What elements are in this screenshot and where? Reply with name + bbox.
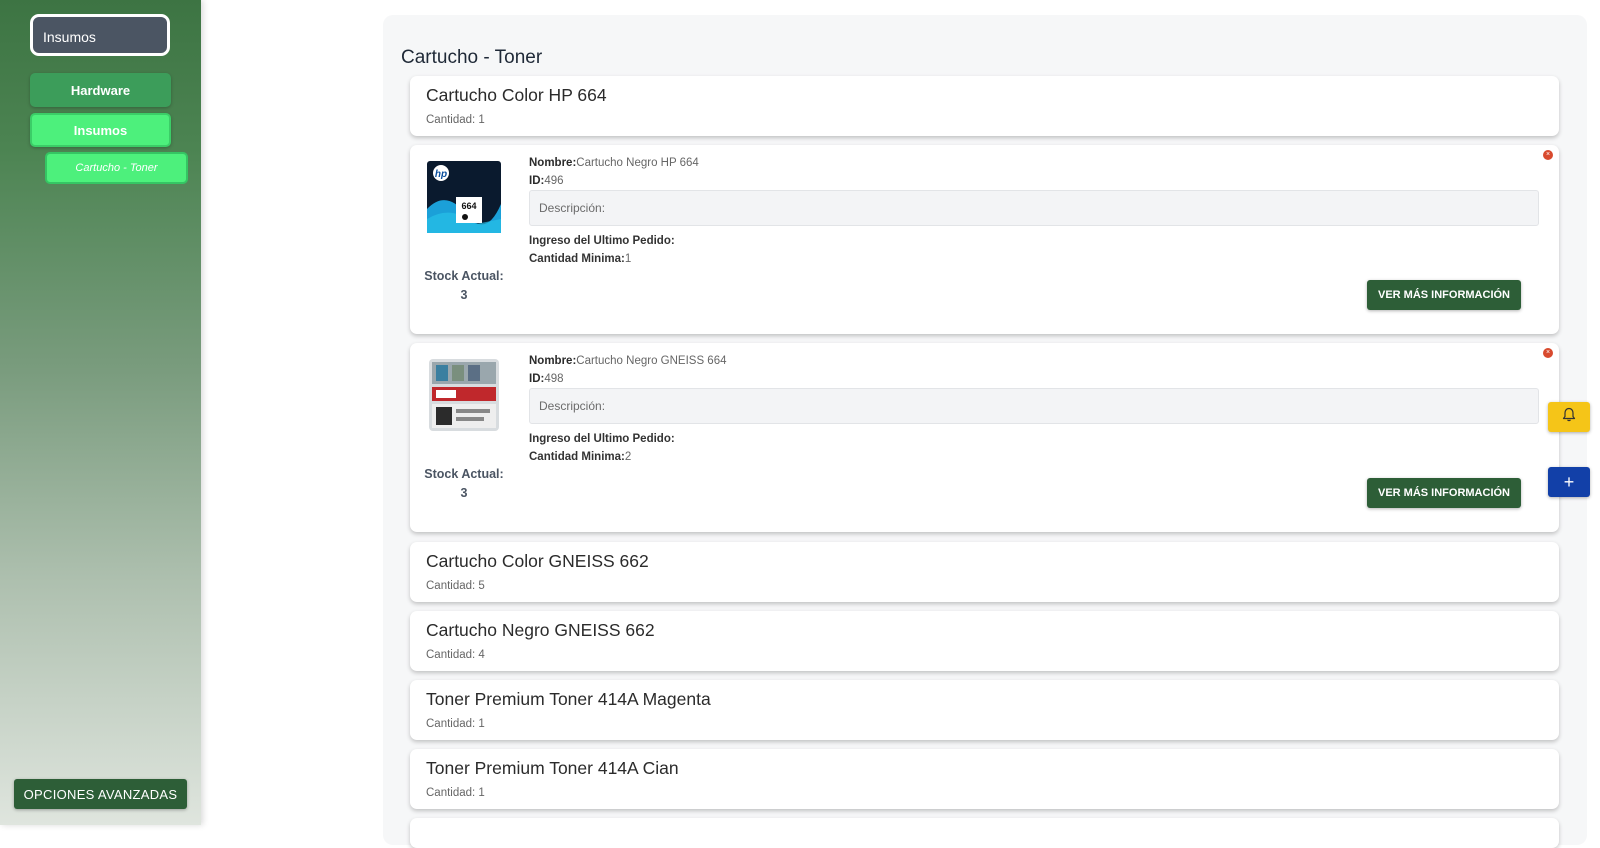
item-quantity: Cantidad: 1: [426, 787, 485, 799]
id-label: ID:: [529, 372, 545, 385]
sidebar-subitem-cartucho-toner[interactable]: Cartucho - Toner: [45, 152, 188, 184]
more-info-button[interactable]: VER MÁS INFORMACIÓN: [1367, 280, 1521, 310]
item-info: Nombre:Cartucho Negro HP 664 ID:496: [529, 157, 699, 192]
page-title: Cartucho - Toner: [401, 47, 543, 68]
id-value: 498: [544, 372, 564, 385]
last-order-label: Ingreso del Ultimo Pedido:: [529, 235, 675, 247]
stock-value: 3: [460, 486, 468, 500]
item-detail-card: Stock Actual: 3 Nombre:Cartucho Negro GN…: [410, 343, 1559, 532]
min-quantity-label: Cantidad Minima:: [529, 252, 625, 265]
item-quantity: Cantidad: 1: [426, 718, 485, 730]
description-field[interactable]: Descripción:: [529, 388, 1539, 424]
plus-icon: +: [1563, 471, 1575, 492]
id-label: ID:: [529, 174, 545, 187]
id-value: 496: [544, 174, 564, 187]
item-title: Cartucho Color HP 664: [426, 85, 607, 105]
product-image: hp 664: [426, 159, 502, 235]
close-icon[interactable]: ×: [1543, 348, 1553, 358]
item-quantity: Cantidad: 1: [426, 114, 485, 126]
item-title: Toner Premium Toner 414A Magenta: [426, 689, 711, 709]
more-info-button[interactable]: VER MÁS INFORMACIÓN: [1367, 478, 1521, 508]
close-icon[interactable]: ×: [1543, 150, 1553, 160]
min-quantity-value: 1: [624, 252, 632, 265]
item-title: Cartucho Negro GNEISS 662: [426, 620, 655, 640]
main-panel: Cartucho - Toner Cartucho Color HP 664 C…: [383, 15, 1587, 848]
stock-label: Stock Actual:: [424, 269, 504, 283]
item-info-extra: Ingreso del Ultimo Pedido: Cantidad Mini…: [529, 433, 675, 468]
svg-text:664: 664: [461, 201, 476, 211]
list-item[interactable]: Toner Premium Toner 414A Magenta Cantida…: [410, 680, 1559, 740]
sidebar-item-insumos[interactable]: Insumos: [30, 113, 171, 147]
stock-indicator: Stock Actual: 3: [418, 465, 510, 503]
notifications-button[interactable]: [1548, 402, 1590, 432]
item-quantity: Cantidad: 5: [426, 580, 485, 592]
list-item[interactable]: Cartucho Color HP 664 Cantidad: 1: [410, 76, 1559, 136]
product-image: [426, 357, 502, 433]
name-value: Cartucho Negro GNEISS 664: [576, 355, 727, 367]
name-value: Cartucho Negro HP 664: [576, 157, 699, 169]
min-quantity-label: Cantidad Minima:: [529, 450, 625, 463]
name-label: Nombre:: [529, 355, 577, 367]
item-title: Toner Premium Toner 414A Cian: [426, 758, 679, 778]
add-button[interactable]: +: [1548, 467, 1590, 497]
description-field[interactable]: Descripción:: [529, 190, 1539, 226]
last-order-label: Ingreso del Ultimo Pedido:: [529, 433, 675, 445]
stock-value: 3: [460, 288, 468, 302]
svg-text:hp: hp: [435, 169, 447, 180]
sidebar: Insumos Hardware Insumos Cartucho - Tone…: [0, 0, 201, 825]
list-item[interactable]: Toner Premium Toner 414A Cian Cantidad: …: [410, 749, 1559, 809]
item-quantity: Cantidad: 4: [426, 649, 485, 661]
min-quantity-value: 2: [624, 450, 632, 463]
advanced-options-button[interactable]: OPCIONES AVANZADAS: [14, 779, 187, 809]
item-info: Nombre:Cartucho Negro GNEISS 664 ID:498: [529, 355, 727, 390]
item-detail-card: hp 664 Stock Actual: 3 Nombre:Cartucho N…: [410, 145, 1559, 334]
stock-indicator: Stock Actual: 3: [418, 267, 510, 305]
item-title: Cartucho Color GNEISS 662: [426, 551, 649, 571]
item-info-extra: Ingreso del Ultimo Pedido: Cantidad Mini…: [529, 235, 675, 270]
stock-label: Stock Actual:: [424, 467, 504, 481]
list-item[interactable]: Cartucho Color GNEISS 662 Cantidad: 5: [410, 542, 1559, 602]
list-item[interactable]: Cartucho Negro GNEISS 662 Cantidad: 4: [410, 611, 1559, 671]
category-select[interactable]: Insumos: [30, 14, 170, 56]
bell-icon: [1562, 407, 1576, 427]
sidebar-item-hardware[interactable]: Hardware: [30, 73, 171, 107]
name-label: Nombre:: [529, 157, 577, 169]
list-item[interactable]: [410, 818, 1559, 848]
